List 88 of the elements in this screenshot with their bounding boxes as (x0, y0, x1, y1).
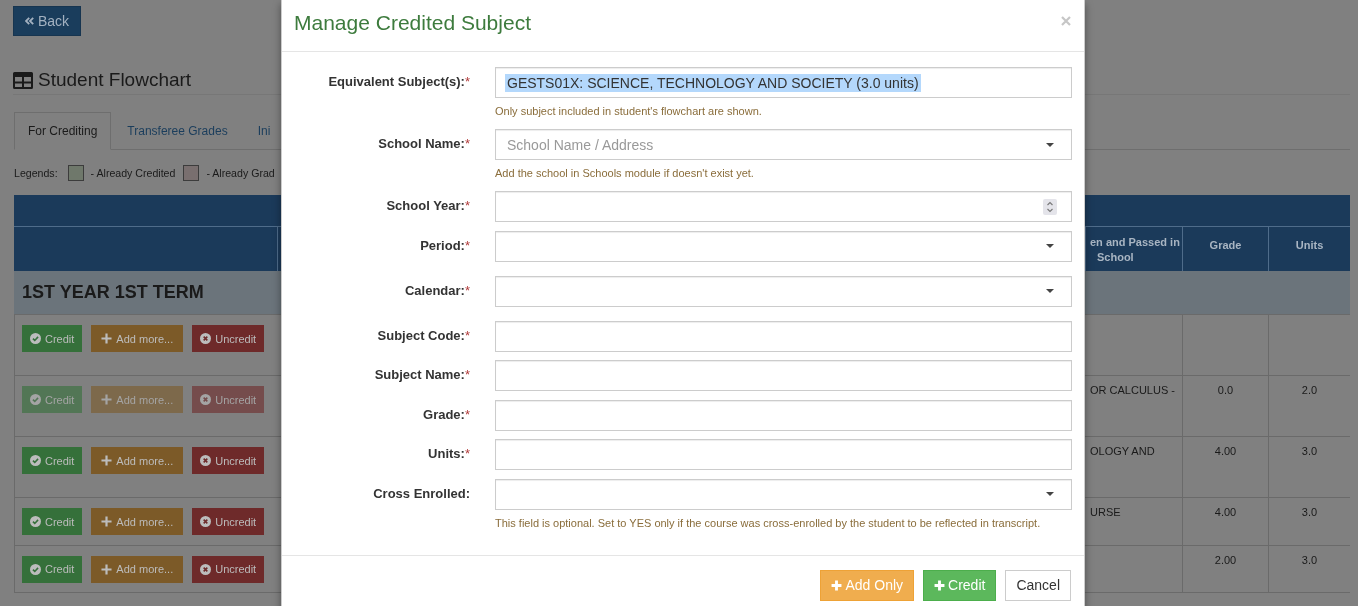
field-label: Equivalent Subject(s):* (328, 74, 470, 89)
close-circle-icon (200, 563, 212, 575)
uncredit-button[interactable]: Uncredit (192, 325, 265, 352)
plus-icon (101, 394, 113, 405)
check-circle-icon (30, 563, 41, 575)
units-value: 2.0 (1301, 384, 1318, 396)
grade-value: 4.00 (1214, 506, 1237, 518)
tab[interactable]: Ini (243, 112, 285, 150)
tab[interactable]: For Crediting (14, 112, 112, 150)
help-text: This field is optional. Set to YES only if the course was cross-enrolled by the student to be reflected in transcript. (495, 515, 1042, 531)
add-more-button[interactable]: Add more... (91, 508, 184, 535)
select-field[interactable]: School Name / Address (495, 129, 1072, 160)
close-circle-icon (200, 516, 212, 527)
back-button[interactable]: Back (13, 6, 82, 36)
select-field[interactable] (495, 275, 1072, 307)
grade-value: 0.0 (1217, 384, 1234, 396)
spinner-icon (1043, 198, 1057, 215)
input-field[interactable]: GESTS01X: SCIENCE, TECHNOLOGY AND SOCIETY (3.0 units) (495, 67, 1072, 98)
close-circle-icon (200, 394, 212, 405)
cancel-button[interactable]: Cancel (1005, 569, 1071, 601)
selected-text: GESTS01X: SCIENCE, TECHNOLOGY AND SOCIETY (3.0 units) (505, 73, 921, 92)
field-label: Period:* (420, 237, 470, 253)
subject-text: OR CALCULUS - (1090, 384, 1175, 396)
uncredit-button[interactable]: Uncredit (192, 447, 265, 474)
caret-icon (1046, 289, 1054, 293)
grade-value: 4.00 (1214, 445, 1237, 457)
legend-label: Legends: (14, 167, 58, 179)
units-value: 3.0 (1301, 445, 1318, 457)
credit-button[interactable]: Credit (22, 447, 83, 474)
grade-value: 2.00 (1214, 553, 1237, 566)
units-value: 3.0 (1301, 553, 1318, 566)
field-label: School Name:* (378, 136, 470, 151)
check-circle-icon (30, 455, 41, 466)
add-more-button[interactable]: Add more... (91, 555, 184, 583)
add-more-button[interactable]: Add more... (91, 447, 184, 474)
number-field[interactable] (495, 191, 1072, 222)
uncredit-button[interactable]: Uncredit (192, 555, 265, 583)
credit-button[interactable]: Credit (22, 508, 83, 535)
close-circle-icon (200, 333, 212, 344)
field-label: Cross Enrolled: (373, 485, 470, 501)
add-more-button[interactable]: Add more... (91, 325, 184, 352)
select-field[interactable] (495, 478, 1072, 510)
plus-icon (934, 579, 946, 591)
legend-text: - Already Grad (206, 167, 275, 179)
plus-icon (831, 579, 843, 591)
add-only-button[interactable]: Add Only (820, 569, 915, 601)
close-icon[interactable] (1061, 16, 1071, 26)
credit-button[interactable]: Credit (22, 555, 83, 583)
field-label: Units:* (428, 446, 470, 461)
term-title: 1ST YEAR 1ST TERM (22, 282, 204, 303)
field-label: Calendar:* (404, 282, 470, 298)
column-header: Units (1295, 238, 1324, 253)
plus-icon (101, 333, 113, 344)
select-field[interactable] (495, 230, 1072, 262)
input-field[interactable] (495, 439, 1072, 470)
field-label: Subject Code:* (377, 327, 470, 343)
caret-icon (1046, 142, 1054, 147)
field-label: Subject Name:* (374, 367, 470, 382)
check-circle-icon (30, 516, 41, 527)
input-field[interactable] (495, 320, 1072, 352)
plus-icon (101, 563, 113, 575)
subject-text: OLOGY AND (1090, 445, 1155, 457)
column-header: en and Passed in School (1090, 235, 1180, 265)
table-icon (13, 71, 33, 89)
caret-icon (1046, 244, 1054, 248)
units-value: 3.0 (1301, 506, 1318, 518)
column-header: Grade (1209, 238, 1242, 253)
page-title: Student Flowchart (38, 69, 192, 91)
plus-icon (101, 455, 113, 466)
uncredit-button[interactable]: Uncredit (192, 508, 265, 535)
help-text: Only subject included in student's flowchart are shown. (495, 104, 763, 119)
double-chevron-left-icon (25, 17, 34, 25)
help-text: Add the school in Schools module if doesn't exist yet. (495, 166, 755, 181)
field-label: School Year:* (386, 198, 470, 213)
input-field[interactable] (495, 360, 1072, 391)
field-label: Grade:* (423, 406, 470, 422)
modal-title: Manage Credited Subject (294, 11, 531, 35)
subject-text: URSE (1090, 506, 1121, 518)
caret-icon (1046, 492, 1054, 496)
input-field[interactable] (495, 399, 1072, 431)
close-circle-icon (200, 455, 212, 466)
tab[interactable]: Transferee Grades (113, 112, 242, 150)
check-circle-icon (30, 394, 41, 405)
check-circle-icon (30, 333, 41, 344)
credit-button[interactable]: Credit (22, 325, 83, 352)
plus-icon (101, 516, 113, 527)
credit-button[interactable]: Credit (923, 569, 997, 601)
legend-text: - Already Credited (90, 167, 176, 179)
